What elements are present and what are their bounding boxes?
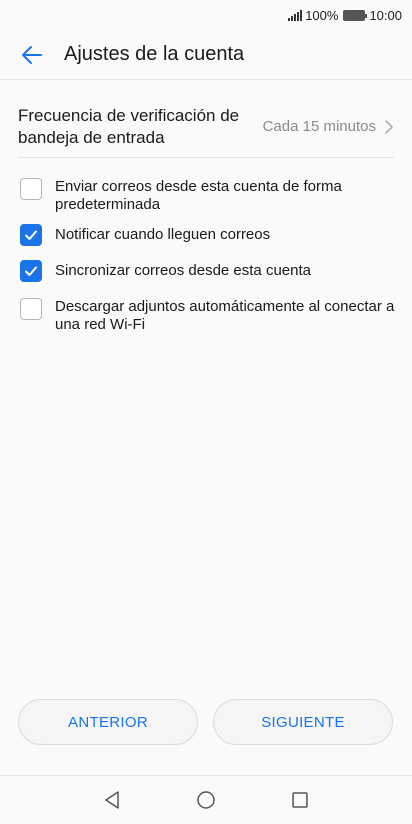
nav-home-button[interactable] (194, 788, 218, 812)
battery-icon (343, 9, 368, 21)
back-button[interactable] (0, 30, 64, 80)
nav-recents-button[interactable] (288, 788, 312, 812)
option-notify[interactable]: Notificar cuando lleguen correos (20, 224, 400, 246)
option-label: Sincronizar correos desde esta cuenta (55, 262, 311, 279)
option-label: Notificar cuando lleguen correos (55, 226, 271, 243)
battery-percentage: 100% (305, 7, 339, 23)
checkbox-sync[interactable] (20, 260, 42, 282)
nav-back-button[interactable] (100, 788, 124, 812)
signal-icon (288, 9, 303, 21)
option-sync[interactable]: Sincronizar correos desde esta cuenta (20, 260, 400, 282)
option-label: Descargar adjuntos automáticamente al co… (55, 298, 395, 333)
check-frequency-setting[interactable]: Frecuencia de verificación de bandeja de… (18, 96, 394, 158)
frequency-value-container: Cada 15 minutos (263, 118, 394, 135)
frequency-label: Frecuencia de verificación de bandeja de… (18, 105, 240, 147)
back-arrow-icon (22, 45, 42, 64)
navigation-bar (0, 775, 412, 824)
page-title: Ajustes de la cuenta (64, 43, 245, 65)
app-header: Ajustes de la cuenta (0, 30, 412, 80)
option-wifi-download[interactable]: Descargar adjuntos automáticamente al co… (20, 298, 400, 334)
clock: 10:00 (369, 7, 402, 23)
nav-back-icon (105, 791, 119, 809)
option-send-default[interactable]: Enviar correos desde esta cuenta de form… (20, 178, 400, 214)
checkmark-icon (25, 230, 37, 240)
frequency-value: Cada 15 minutos (262, 118, 376, 135)
checkbox-notify[interactable] (20, 224, 42, 246)
checkmark-icon (25, 266, 37, 276)
previous-button[interactable]: ANTERIOR (18, 699, 198, 745)
nav-home-icon (197, 791, 215, 809)
screen: 100% 10:00 Ajustes de la cuenta Frecuenc… (0, 0, 412, 824)
nav-recents-icon (292, 792, 308, 808)
chevron-right-icon (385, 119, 393, 134)
option-label: Enviar correos desde esta cuenta de form… (55, 178, 342, 213)
status-bar: 100% 10:00 (0, 0, 412, 30)
checkbox-send-default[interactable] (20, 178, 42, 200)
next-button[interactable]: SIGUIENTE (213, 699, 393, 745)
checkbox-wifi-download[interactable] (20, 298, 42, 320)
